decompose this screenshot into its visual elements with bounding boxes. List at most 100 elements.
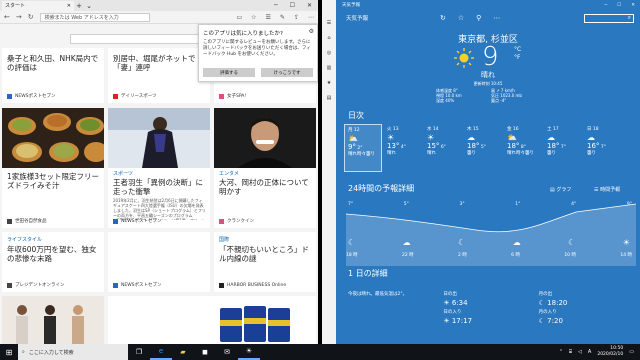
news-card[interactable]: エンタメ 大河、岡村の正体について明かす クランクイン <box>214 108 316 228</box>
store-taskbar-icon[interactable]: ◼ <box>194 348 216 356</box>
maps-icon[interactable]: ◎ <box>327 50 331 56</box>
celebrities-image <box>2 296 104 344</box>
weather-app-window: ☰ ⌂ ◎ ▥ ★ ▤ 天気予報 ─ ☐ ✕ 天気予報 ↻ ☆ ⚲ ⋯ ⌕ 東京… <box>322 0 640 344</box>
graph-toggle[interactable]: ▤ グラフ <box>550 186 571 193</box>
window-controls: ─ ☐ ✕ <box>274 2 318 9</box>
new-tab-button[interactable]: + <box>74 2 84 10</box>
weather-taskbar-icon[interactable]: ☀ <box>238 344 260 360</box>
miso-soup-image <box>2 108 104 168</box>
day-condition: 晴れ <box>387 151 396 156</box>
gear-icon[interactable]: ⚙ <box>309 28 314 35</box>
explorer-taskbar-icon[interactable]: ▰ <box>172 348 194 356</box>
day-tile[interactable]: 日 18 ☁ 16° 7° 曇り <box>584 124 622 172</box>
day-tile[interactable]: 木 15 ☁ 18° 5° 曇り <box>464 124 502 172</box>
address-input[interactable]: 検索または Web アドレスを入力 <box>39 12 150 22</box>
taskbar-search[interactable]: ⌕ ここに入力して検索 <box>18 344 128 360</box>
favorite-star-icon[interactable]: ☆ <box>251 14 256 21</box>
news-card[interactable]: 別居中、堀尾がネットで「妻」連呼 デイリースポーツ <box>108 48 210 103</box>
current-temperature: 9 <box>482 42 499 72</box>
header-icons: ↻ ☆ ⚲ ⋯ <box>440 14 500 22</box>
news-source: NEWSポストセブン <box>113 282 162 288</box>
news-image <box>214 108 316 168</box>
list-toggle[interactable]: ☰ 時間予報 <box>594 186 620 193</box>
close-button[interactable]: ✕ <box>631 3 635 8</box>
day-tile[interactable]: 月 12 ⛅ 9° 2° 晴れ時々曇り <box>344 124 382 172</box>
news-card[interactable]: 1家族様3セット限定フリーズドライみそ汁 世田谷自然食品 <box>2 108 104 228</box>
detail-moonset: 月の入り ☾ 7:20 <box>539 310 634 325</box>
places-icon[interactable]: ★ <box>327 80 331 86</box>
tab-list-chevron-icon[interactable]: ⌄ <box>84 2 94 10</box>
current-conditions: 東京都, 杉並区 9 °C °F 晴れ 更新時刻 10:45 体感温度 8° 風… <box>336 26 640 106</box>
source-logo-icon <box>113 282 118 288</box>
day-condition: 曇り <box>547 151 556 156</box>
decline-button[interactable]: けっこうです <box>261 68 313 77</box>
tab-title: スタート <box>5 3 26 9</box>
graph-toggle-label: グラフ <box>556 187 572 193</box>
mail-taskbar-icon[interactable]: ✉ <box>216 348 238 356</box>
day-tile[interactable]: 金 16 ⛅ 18° 8° 晴れ時々曇り <box>504 124 542 172</box>
tab-close-icon[interactable]: ✕ <box>67 3 71 9</box>
day-tile[interactable]: 土 17 ☁ 18° 7° 曇り <box>544 124 582 172</box>
news-category: スポーツ <box>113 171 133 177</box>
day-low: 7° <box>600 145 606 150</box>
unit-celsius[interactable]: °C <box>514 46 521 54</box>
favorites-hub-icon[interactable]: ☰ <box>266 14 271 21</box>
rate-button[interactable]: 評価する <box>203 68 255 77</box>
forecast-icon[interactable]: ⌂ <box>327 35 330 41</box>
location-search-input[interactable]: ⌕ <box>584 13 634 23</box>
start-button[interactable]: ⊞ <box>0 348 18 357</box>
news-icon[interactable]: ▤ <box>327 95 332 101</box>
maximize-button[interactable]: ☐ <box>290 2 295 9</box>
reading-view-icon[interactable]: ▭ <box>236 14 242 21</box>
detail-label: 日の入り <box>443 310 462 315</box>
notification-icon[interactable]: ▭ <box>629 349 634 355</box>
day-condition: 晴れ時々曇り <box>507 151 534 156</box>
task-view-icon[interactable]: ❐ <box>128 348 150 356</box>
news-title: 別居中、堀尾がネットで「妻」連呼 <box>113 54 196 72</box>
ime-icon[interactable]: A <box>588 349 591 355</box>
share-icon[interactable]: ⇪ <box>294 14 299 21</box>
day-condition: 曇り <box>467 151 476 156</box>
hamburger-icon[interactable]: ☰ <box>327 20 331 26</box>
volume-icon[interactable]: ◁ <box>578 349 582 355</box>
tray-chevron-icon[interactable]: ⌃ <box>559 349 563 355</box>
news-card[interactable] <box>108 296 316 344</box>
news-card[interactable]: 国際 「不親切もいいところ」ドル内線の謎 HARBOR BUSINESS Onl… <box>214 232 316 292</box>
maximize-button[interactable]: ☐ <box>617 3 621 8</box>
day-details: 今夜は晴れ。最低気温は2°。 日の出 ☀ 6:34 月の出 ☾ 18:20 日の入り… <box>336 282 640 344</box>
tab-start[interactable]: スタート ✕ <box>2 0 74 11</box>
news-card[interactable]: スポーツ 王者羽生「異例の決断」に走った衝撃 2019年2月に、羽生結弦は2月6… <box>108 108 210 228</box>
favorite-star-icon[interactable]: ☆ <box>458 14 464 22</box>
news-card[interactable]: NEWSポストセブン <box>108 232 210 292</box>
clock[interactable]: 10:50 2020/02/10 <box>597 346 623 358</box>
pin-icon[interactable]: ⚲ <box>476 14 481 22</box>
news-card[interactable]: ライフスタイル 年収600万円を望む、独女の悲惨な末路 プレジデントオンライン <box>2 232 104 292</box>
day-tile[interactable]: 火 13 ☀ 13° 4° 晴れ <box>384 124 422 172</box>
notes-icon[interactable]: ✎ <box>280 14 285 21</box>
day-condition: 曇り <box>587 151 596 156</box>
source-label: NEWSポストセブン <box>15 94 56 99</box>
day-high: 18° <box>467 142 480 150</box>
minimize-button[interactable]: ─ <box>274 2 278 9</box>
refresh-icon[interactable]: ↻ <box>28 13 34 21</box>
news-card[interactable]: 桑子と和久田、NHK局内での評価は NEWSポストセブン <box>2 48 104 103</box>
network-icon[interactable]: ⌸ <box>569 349 572 355</box>
close-button[interactable]: ✕ <box>307 2 312 9</box>
news-card[interactable] <box>2 296 104 344</box>
unit-toggle[interactable]: °C °F <box>514 46 521 62</box>
daily-forecast-strip: 月 12 ⛅ 9° 2° 晴れ時々曇り 火 13 ☀ 13° 4° 晴れ 水 1… <box>344 124 632 176</box>
refresh-icon[interactable]: ↻ <box>440 14 446 22</box>
more-icon[interactable]: ⋯ <box>493 14 500 22</box>
source-logo-icon <box>219 218 224 224</box>
news-source: 女子SPA! <box>219 93 246 99</box>
unit-fahrenheit[interactable]: °F <box>514 54 521 62</box>
minimize-button[interactable]: ─ <box>604 3 607 8</box>
detail-value: 17:17 <box>451 317 473 325</box>
more-icon[interactable]: ⋯ <box>308 14 314 21</box>
back-icon[interactable]: ← <box>4 13 10 21</box>
hour-label: 18 時 <box>346 253 358 258</box>
day-tile[interactable]: 水 14 ☀ 15° 6° 晴れ <box>424 124 462 172</box>
historical-icon[interactable]: ▥ <box>327 65 332 71</box>
edge-taskbar-icon[interactable]: e <box>150 344 172 360</box>
forward-icon[interactable]: → <box>16 13 22 21</box>
